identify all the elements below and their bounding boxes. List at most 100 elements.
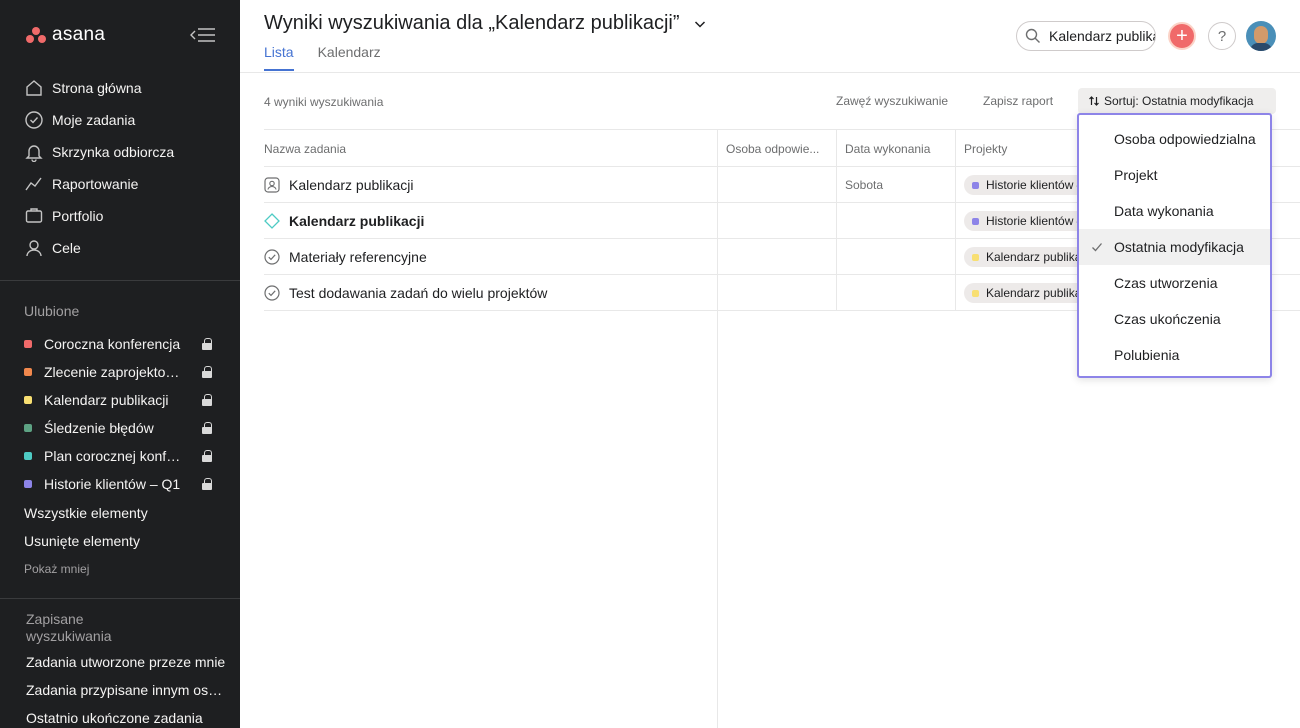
- project-color-dot: [24, 396, 32, 404]
- show-less-link[interactable]: Pokaż mniej: [24, 562, 89, 576]
- tab-calendar[interactable]: Kalendarz: [318, 44, 381, 71]
- nav-my-tasks-label: Moje zadania: [52, 112, 136, 128]
- sort-option-completed[interactable]: Czas ukończenia: [1079, 301, 1270, 337]
- nav-my-tasks[interactable]: Moje zadania: [0, 104, 240, 136]
- all-items-link[interactable]: Wszystkie elementy: [24, 505, 148, 521]
- lock-icon: [202, 338, 212, 350]
- favorite-item[interactable]: Zlecenie zaprojektowania: [0, 358, 240, 386]
- sort-option-assignee[interactable]: Osoba odpowiedzialna: [1079, 121, 1270, 157]
- sidebar: asana Strona główna Moje zadania Skrzynk…: [0, 0, 240, 728]
- home-icon: [26, 80, 42, 96]
- save-report-button[interactable]: Zapisz raport: [983, 94, 1053, 108]
- project-color-dot: [972, 253, 979, 261]
- favorite-label: Plan corocznej konferencji: [44, 448, 184, 464]
- nav-home-label: Strona główna: [52, 80, 142, 96]
- narrow-search-button[interactable]: Zawęź wyszukiwanie: [836, 94, 948, 108]
- sort-option-label: Czas utworzenia: [1114, 275, 1218, 291]
- lock-icon: [202, 450, 212, 462]
- favorite-item[interactable]: Kalendarz publikacji: [0, 386, 240, 414]
- saved-search-item[interactable]: Zadania utworzone przeze mnie: [26, 654, 226, 670]
- favorites-title: Ulubione: [24, 303, 80, 319]
- sort-option-label: Ostatnia modyfikacja: [1114, 239, 1244, 255]
- check-circle-icon[interactable]: [264, 249, 280, 265]
- sort-option-label: Data wykonania: [1114, 203, 1214, 219]
- project-color-dot: [24, 340, 32, 348]
- collapse-sidebar-icon[interactable]: [190, 26, 216, 44]
- view-tabs: Lista Kalendarz: [264, 44, 381, 71]
- favorite-label: Śledzenie błędów: [44, 420, 154, 436]
- sort-option-label: Czas ukończenia: [1114, 311, 1221, 327]
- task-name[interactable]: Test dodawania zadań do wielu projektów: [289, 285, 547, 301]
- nav-inbox[interactable]: Skrzynka odbiorcza: [0, 136, 240, 168]
- quick-add-button[interactable]: +: [1168, 22, 1196, 50]
- deleted-items-link[interactable]: Usunięte elementy: [24, 533, 140, 549]
- saved-searches-title: Zapisane wyszukiwania: [26, 611, 112, 644]
- project-color-dot: [24, 480, 32, 488]
- logo-text: asana: [52, 24, 106, 45]
- asana-logo-icon: [26, 27, 46, 43]
- nav-home[interactable]: Strona główna: [0, 72, 240, 104]
- favorite-item[interactable]: Śledzenie błędów: [0, 414, 240, 442]
- search-value: Kalendarz publikacji: [1049, 28, 1155, 44]
- sort-option-likes[interactable]: Polubienia: [1079, 337, 1270, 373]
- page-title[interactable]: Wyniki wyszukiwania dla „Kalendarz publi…: [264, 12, 706, 35]
- search-input[interactable]: Kalendarz publikacji: [1016, 21, 1156, 51]
- lock-icon: [202, 394, 212, 406]
- checkmark-icon: [1092, 243, 1102, 252]
- favorite-item[interactable]: Plan corocznej konferencji: [0, 442, 240, 470]
- approval-icon[interactable]: [264, 177, 280, 193]
- chart-line-icon: [25, 177, 42, 191]
- sort-option-project[interactable]: Projekt: [1079, 157, 1270, 193]
- asana-logo[interactable]: asana: [26, 24, 105, 46]
- search-icon: [1025, 28, 1040, 43]
- nav-goals[interactable]: Cele: [0, 232, 240, 264]
- nav-inbox-label: Skrzynka odbiorcza: [52, 144, 175, 160]
- favorite-item[interactable]: Coroczna konferencja: [0, 330, 240, 358]
- due-date[interactable]: Sobota: [845, 178, 883, 192]
- help-icon: ?: [1217, 27, 1227, 45]
- help-button[interactable]: ?: [1208, 22, 1236, 50]
- column-header-due-date[interactable]: Data wykonania: [845, 142, 930, 156]
- nav-portfolio[interactable]: Portfolio: [0, 200, 240, 232]
- lock-icon: [202, 478, 212, 490]
- column-header-assignee[interactable]: Osoba odpowie...: [726, 142, 819, 156]
- favorite-label: Kalendarz publikacji: [44, 392, 169, 408]
- sort-button[interactable]: Sortuj: Ostatnia modyfikacja: [1078, 88, 1276, 114]
- column-header-projects[interactable]: Projekty: [964, 142, 1007, 156]
- favorite-label: Zlecenie zaprojektowania: [44, 364, 184, 380]
- main-nav: Strona główna Moje zadania Skrzynka odbi…: [0, 72, 240, 264]
- sort-option-due-date[interactable]: Data wykonania: [1079, 193, 1270, 229]
- favorite-label: Historie klientów – Q1: [44, 476, 181, 492]
- lock-icon: [202, 366, 212, 378]
- tab-list[interactable]: Lista: [264, 44, 294, 71]
- check-circle-icon[interactable]: [264, 285, 280, 301]
- project-color-dot: [972, 181, 979, 189]
- bell-icon: [25, 145, 43, 162]
- saved-search-item[interactable]: Zadania przypisane innym osobom: [26, 682, 226, 698]
- saved-search-item[interactable]: Ostatnio ukończone zadania: [26, 710, 226, 726]
- task-name[interactable]: Kalendarz publikacji: [289, 213, 424, 229]
- sort-option-last-modified[interactable]: Ostatnia modyfikacja: [1079, 229, 1270, 265]
- sort-option-label: Osoba odpowiedzialna: [1114, 131, 1256, 147]
- sort-option-label: Polubienia: [1114, 347, 1180, 363]
- chevron-down-icon[interactable]: [694, 18, 706, 30]
- task-name[interactable]: Materiały referencyjne: [289, 249, 427, 265]
- nav-portfolio-label: Portfolio: [52, 208, 104, 224]
- check-circle-icon: [25, 111, 43, 129]
- sort-option-label: Projekt: [1114, 167, 1158, 183]
- column-header-task-name[interactable]: Nazwa zadania: [264, 142, 346, 156]
- milestone-icon[interactable]: [264, 213, 280, 229]
- task-name[interactable]: Kalendarz publikacji: [289, 177, 414, 193]
- sidebar-divider: [0, 598, 240, 599]
- nav-reporting[interactable]: Raportowanie: [0, 168, 240, 200]
- sort-label: Sortuj: Ostatnia modyfikacja: [1104, 94, 1254, 108]
- plus-icon: +: [1176, 25, 1188, 47]
- user-avatar[interactable]: [1246, 21, 1276, 51]
- project-color-dot: [24, 452, 32, 460]
- favorite-item[interactable]: Historie klientów – Q1: [0, 470, 240, 498]
- sort-option-created[interactable]: Czas utworzenia: [1079, 265, 1270, 301]
- sort-dropdown-menu: Osoba odpowiedzialna Projekt Data wykona…: [1077, 113, 1272, 378]
- nav-reporting-label: Raportowanie: [52, 176, 139, 192]
- sidebar-divider: [0, 280, 240, 281]
- nav-goals-label: Cele: [52, 240, 81, 256]
